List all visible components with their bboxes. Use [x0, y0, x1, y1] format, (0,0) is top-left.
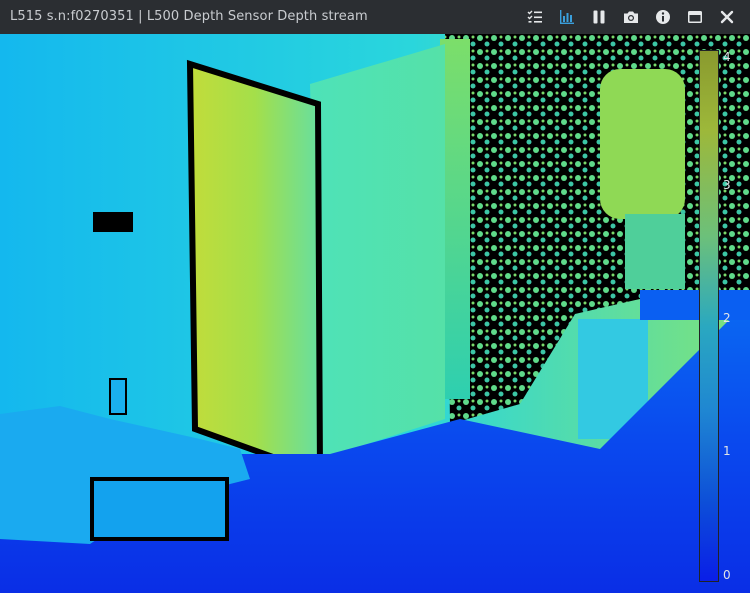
colorbar-tick-3: 3 [723, 178, 731, 192]
info-button[interactable] [650, 6, 676, 28]
window-titlebar: L515 s.n:f0270351 | L500 Depth Sensor De… [0, 0, 750, 34]
snapshot-button[interactable] [618, 6, 644, 28]
camera-icon [624, 11, 638, 23]
depth-colorbar [699, 50, 719, 582]
colorbar-tick-4: 4 [723, 50, 731, 64]
window-icon [688, 11, 702, 23]
colorbar-tick-1: 1 [723, 444, 731, 458]
close-icon [720, 10, 734, 24]
info-icon [656, 10, 670, 24]
metadata-button[interactable] [522, 6, 548, 28]
pause-icon [593, 10, 605, 24]
pause-button[interactable] [586, 6, 612, 28]
bar-chart-icon [560, 10, 574, 24]
colorbar-tick-2: 2 [723, 311, 731, 325]
list-check-icon [527, 10, 542, 23]
window-title: L515 s.n:f0270351 | L500 Depth Sensor De… [10, 9, 368, 24]
stream-toolbar [522, 6, 740, 28]
maximize-button[interactable] [682, 6, 708, 28]
close-button[interactable] [714, 6, 740, 28]
depth-stream-viewport[interactable]: 4 3 2 1 0 [0, 34, 750, 593]
colorbar-tick-0: 0 [723, 568, 731, 582]
depth-image [0, 34, 750, 593]
histogram-button[interactable] [554, 6, 580, 28]
